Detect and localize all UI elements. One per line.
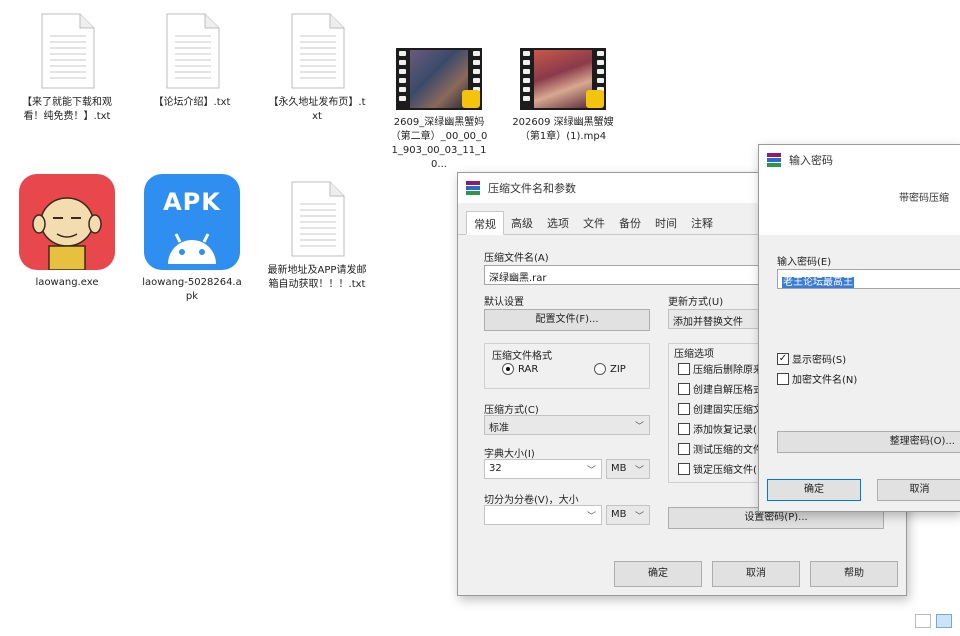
file-video-2[interactable]: 202609 深绿幽黑蟹嫂（第1章）(1).mp4 <box>508 48 618 144</box>
split-label: 切分为分卷(V)，大小 <box>484 495 579 506</box>
text-file-icon <box>286 12 348 90</box>
organize-passwords-button[interactable]: 整理密码(O)... <box>777 431 960 453</box>
password-ok-button[interactable]: 确定 <box>767 479 861 501</box>
tab-backup[interactable]: 备份 <box>612 211 648 234</box>
text-file-icon <box>286 180 348 258</box>
tab-advanced[interactable]: 高级 <box>504 211 540 234</box>
password-cancel-button[interactable]: 取消 <box>877 479 960 501</box>
file-doc-3[interactable]: 【永久地址发布页】.txt <box>262 12 372 124</box>
password-dialog-title: 输入密码 <box>789 154 833 167</box>
default-settings-label: 默认设置 <box>484 297 524 308</box>
tab-comment[interactable]: 注释 <box>684 211 720 234</box>
show-password-checkbox[interactable]: ✓ 显示密码(S) <box>777 351 846 366</box>
password-dialog-header: 带密码压缩 <box>759 175 960 235</box>
option-solid[interactable]: 创建固实压缩文 <box>678 401 763 416</box>
dict-size-select[interactable]: 32 ﹀ <box>484 459 602 479</box>
format-zip-radio[interactable]: ZIP <box>594 363 626 375</box>
password-dialog: 输入密码 带密码压缩 输入密码(E) 老王论坛最高王 ✓ 显示密码(S) 加密文件… <box>758 144 960 512</box>
password-input-label: 输入密码(E) <box>777 257 832 268</box>
update-mode-select[interactable]: 添加并替换文件 <box>668 309 768 329</box>
file-doc-2[interactable]: 【论坛介绍】.txt <box>137 12 247 110</box>
file-apk[interactable]: APK laowang-5028264.apk <box>137 174 247 304</box>
archive-dialog-title: 压缩文件名和参数 <box>488 182 576 195</box>
dict-label: 字典大小(I) <box>484 449 535 460</box>
split-unit-select[interactable]: MB ﹀ <box>606 505 650 525</box>
winrar-icon <box>767 153 781 167</box>
file-caption: 【来了就能下载和观看！纯免费！】.txt <box>22 97 112 122</box>
tab-general[interactable]: 常规 <box>466 211 504 235</box>
archive-name-label: 压缩文件名(A) <box>484 253 549 264</box>
option-delete-after[interactable]: 压缩后删除原来 <box>678 361 763 376</box>
ok-button[interactable]: 确定 <box>614 561 702 587</box>
format-group-label: 压缩文件格式 <box>492 351 552 362</box>
file-caption: 202609 深绿幽黑蟹嫂（第1章）(1).mp4 <box>512 117 614 142</box>
android-apk-icon: APK <box>144 174 240 270</box>
password-dialog-subtitle: 带密码压缩 <box>899 193 949 204</box>
file-caption: 【论坛介绍】.txt <box>153 97 231 108</box>
option-sfx[interactable]: 创建自解压格式 <box>678 381 763 396</box>
large-icons-view-icon[interactable] <box>936 614 952 628</box>
format-rar-radio[interactable]: RAR <box>502 363 538 375</box>
file-doc-4[interactable]: 最新地址及APP请发邮箱自动获取！！！.txt <box>262 180 372 292</box>
file-caption: laowang.exe <box>35 277 99 288</box>
cancel-button[interactable]: 取消 <box>712 561 800 587</box>
password-input[interactable]: 老王论坛最高王 <box>777 269 960 289</box>
cartoon-app-icon <box>19 174 115 270</box>
text-file-icon <box>161 12 223 90</box>
details-view-icon[interactable] <box>915 614 931 628</box>
file-caption: 【永久地址发布页】.txt <box>268 97 366 122</box>
text-file-icon <box>36 12 98 90</box>
tab-files[interactable]: 文件 <box>576 211 612 234</box>
profiles-button[interactable]: 配置文件(F)... <box>484 309 650 331</box>
method-select[interactable]: 标准 ﹀ <box>484 415 650 435</box>
file-caption: 最新地址及APP请发邮箱自动获取！！！.txt <box>267 265 367 290</box>
video-thumbnail-icon <box>520 48 606 110</box>
update-mode-label: 更新方式(U) <box>668 297 724 308</box>
file-caption: laowang-5028264.apk <box>142 277 242 302</box>
encrypt-filenames-checkbox[interactable]: 加密文件名(N) <box>777 371 857 386</box>
option-lock[interactable]: 锁定压缩文件( <box>678 461 757 476</box>
method-label: 压缩方式(C) <box>484 405 539 416</box>
option-test[interactable]: 测试压缩的文件 <box>678 441 763 456</box>
winrar-icon <box>466 181 480 195</box>
option-recovery[interactable]: 添加恢复记录( <box>678 421 757 436</box>
file-app-exe[interactable]: laowang.exe <box>12 174 122 290</box>
file-video-1[interactable]: 2609_深绿幽黑蟹妈（第二章）_00_00_01_903_00_03_11_1… <box>384 48 494 172</box>
password-dialog-titlebar: 输入密码 <box>759 145 960 175</box>
options-group-label: 压缩选项 <box>674 349 714 360</box>
tab-time[interactable]: 时间 <box>648 211 684 234</box>
help-button[interactable]: 帮助 <box>810 561 898 587</box>
file-caption: 2609_深绿幽黑蟹妈（第二章）_00_00_01_903_00_03_11_1… <box>390 117 488 170</box>
file-doc-1[interactable]: 【来了就能下载和观看！纯免费！】.txt <box>12 12 122 124</box>
archive-name-input[interactable]: 深绿幽黑.rar <box>484 265 784 285</box>
tab-options[interactable]: 选项 <box>540 211 576 234</box>
split-size-select[interactable]: ﹀ <box>484 505 602 525</box>
video-thumbnail-icon <box>396 48 482 110</box>
dict-unit-select[interactable]: MB ﹀ <box>606 459 650 479</box>
